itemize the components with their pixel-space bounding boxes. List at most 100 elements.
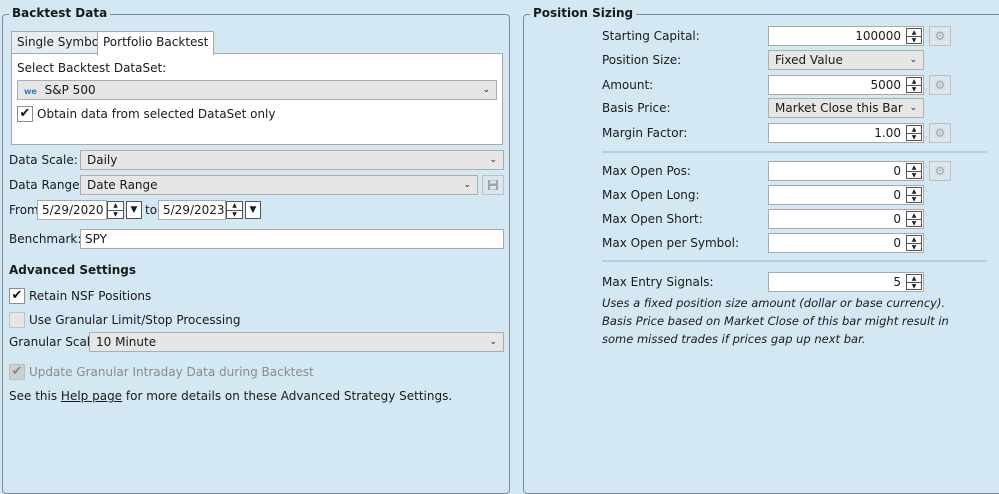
max-open-pos-spinner[interactable]: ▲ ▼: [906, 163, 922, 179]
max-open-symbol-input[interactable]: 0 ▲ ▼: [768, 233, 924, 253]
update-granular-checkbox[interactable]: ✔: [9, 364, 25, 380]
to-date-field[interactable]: 5/29/2023: [158, 200, 226, 220]
sizing-description-line-2: Basis Price based on Market Close of thi…: [602, 314, 949, 328]
max-open-short-spinner[interactable]: ▲ ▼: [906, 211, 922, 227]
advanced-settings-title: Advanced Settings: [9, 263, 137, 277]
obtain-only-checkbox[interactable]: ✔: [17, 106, 33, 122]
spin-down-icon: ▼: [907, 85, 921, 93]
position-size-select[interactable]: Fixed Value ⌄: [768, 50, 924, 70]
spin-down-icon: ▼: [907, 171, 921, 179]
max-open-long-value: 0: [893, 188, 901, 202]
max-open-short-input[interactable]: 0 ▲ ▼: [768, 209, 924, 229]
chevron-down-icon: ⌄: [489, 337, 497, 347]
max-open-pos-input[interactable]: 0 ▲ ▼: [768, 161, 924, 181]
position-sizing-title: Position Sizing: [530, 6, 637, 20]
margin-factor-value: 1.00: [874, 126, 901, 140]
spin-down-icon: ▼: [907, 36, 921, 44]
amount-spinner[interactable]: ▲ ▼: [906, 77, 922, 93]
amount-label: Amount:: [602, 78, 654, 92]
tab-portfolio-backtest[interactable]: Portfolio Backtest: [97, 31, 215, 55]
help-page-link[interactable]: Help page: [61, 389, 122, 403]
amount-input[interactable]: 5000 ▲ ▼: [768, 75, 924, 95]
from-date-field[interactable]: 5/29/2020: [37, 200, 107, 220]
tab-single-symbol-label: Single Symbol: [17, 35, 103, 49]
retain-nsf-checkbox[interactable]: ✔: [9, 288, 25, 304]
gear-icon: ⚙: [934, 126, 946, 140]
starting-capital-gear-button[interactable]: ⚙: [929, 26, 951, 46]
basis-price-select[interactable]: Market Close this Bar ⌄: [768, 98, 924, 118]
data-scale-select[interactable]: Daily ⌄: [80, 150, 504, 170]
to-label: to: [145, 203, 158, 217]
margin-factor-gear-button[interactable]: ⚙: [929, 123, 951, 143]
spin-up-icon: ▲: [911, 275, 917, 282]
save-range-button[interactable]: [482, 175, 504, 195]
margin-factor-spinner[interactable]: ▲ ▼: [906, 125, 922, 141]
spin-down-icon: ▼: [907, 282, 921, 290]
help-prefix: See this: [9, 389, 61, 403]
spin-up-icon: ▲: [911, 126, 917, 133]
granular-scale-value: 10 Minute: [96, 335, 157, 349]
data-range-select[interactable]: Date Range ⌄: [80, 175, 478, 195]
to-date-calendar-button[interactable]: ▼: [245, 201, 261, 219]
max-entry-input[interactable]: 5 ▲ ▼: [768, 272, 924, 292]
sizing-description-line-3: some missed trades if prices gap up next…: [602, 332, 866, 346]
starting-capital-input[interactable]: 100000 ▲ ▼: [768, 26, 924, 46]
spin-up-icon: ▲: [911, 236, 917, 243]
max-open-long-input[interactable]: 0 ▲ ▼: [768, 185, 924, 205]
data-range-value: Date Range: [87, 178, 158, 192]
max-open-symbol-spinner[interactable]: ▲ ▼: [906, 235, 922, 251]
spin-up-icon: ▲: [911, 188, 917, 195]
chevron-down-icon: ⌄: [909, 103, 917, 113]
spin-up-icon: ▲: [911, 29, 917, 36]
position-size-value: Fixed Value: [775, 53, 843, 67]
max-open-pos-value: 0: [893, 164, 901, 178]
from-date-value: 5/29/2020: [42, 203, 104, 217]
starting-capital-value: 100000: [855, 29, 901, 43]
dataset-select[interactable]: we S&P 500 ⌄: [17, 80, 497, 100]
tab-single-symbol[interactable]: Single Symbol: [11, 31, 109, 53]
dataset-badge: we: [24, 87, 37, 96]
gear-icon: ⚙: [934, 164, 946, 178]
to-date-spinner[interactable]: ▲ ▼: [226, 201, 243, 219]
chevron-down-icon: ⌄: [909, 55, 917, 65]
gear-icon: ⚙: [934, 29, 946, 43]
basis-price-label: Basis Price:: [602, 101, 671, 115]
max-open-symbol-label: Max Open per Symbol:: [602, 236, 739, 250]
max-open-long-spinner[interactable]: ▲ ▼: [906, 187, 922, 203]
max-open-pos-gear-button[interactable]: ⚙: [929, 161, 951, 181]
granular-processing-label: Use Granular Limit/Stop Processing: [29, 313, 241, 327]
max-open-pos-label: Max Open Pos:: [602, 164, 691, 178]
update-granular-label: Update Granular Intraday Data during Bac…: [29, 365, 314, 379]
data-scale-label: Data Scale:: [9, 153, 78, 167]
chevron-down-icon: ⌄: [482, 85, 490, 95]
benchmark-label: Benchmark:: [9, 232, 82, 246]
from-date-spinner[interactable]: ▲ ▼: [107, 201, 124, 219]
spin-down-icon: ▼: [907, 195, 921, 203]
granular-scale-select[interactable]: 10 Minute ⌄: [89, 332, 504, 352]
max-entry-label: Max Entry Signals:: [602, 275, 714, 289]
data-range-label: Data Range:: [9, 178, 84, 192]
select-dataset-label: Select Backtest DataSet:: [17, 61, 167, 75]
margin-factor-label: Margin Factor:: [602, 126, 688, 140]
spin-up-icon: ▲: [911, 78, 917, 85]
margin-factor-input[interactable]: 1.00 ▲ ▼: [768, 123, 924, 143]
sizing-description-line-1: Uses a fixed position size amount (dolla…: [602, 296, 946, 310]
from-label: From: [9, 203, 39, 217]
starting-capital-spinner[interactable]: ▲ ▼: [906, 28, 922, 44]
benchmark-input[interactable]: SPY: [80, 229, 504, 249]
retain-nsf-label: Retain NSF Positions: [29, 289, 152, 303]
spin-down-icon: ▼: [227, 210, 242, 219]
amount-gear-button[interactable]: ⚙: [929, 75, 951, 95]
chevron-down-icon: ⌄: [489, 155, 497, 165]
to-date-value: 5/29/2023: [163, 203, 225, 217]
help-suffix: for more details on these Advanced Strat…: [122, 389, 453, 403]
spin-up-icon: ▲: [911, 212, 917, 219]
max-open-symbol-value: 0: [893, 236, 901, 250]
divider: [602, 260, 987, 262]
granular-processing-checkbox[interactable]: [9, 312, 25, 328]
dataset-value: S&P 500: [44, 83, 96, 97]
from-date-calendar-button[interactable]: ▼: [126, 201, 142, 219]
obtain-only-label: Obtain data from selected DataSet only: [37, 107, 276, 121]
spin-down-icon: ▼: [907, 243, 921, 251]
max-entry-spinner[interactable]: ▲ ▼: [906, 274, 922, 290]
